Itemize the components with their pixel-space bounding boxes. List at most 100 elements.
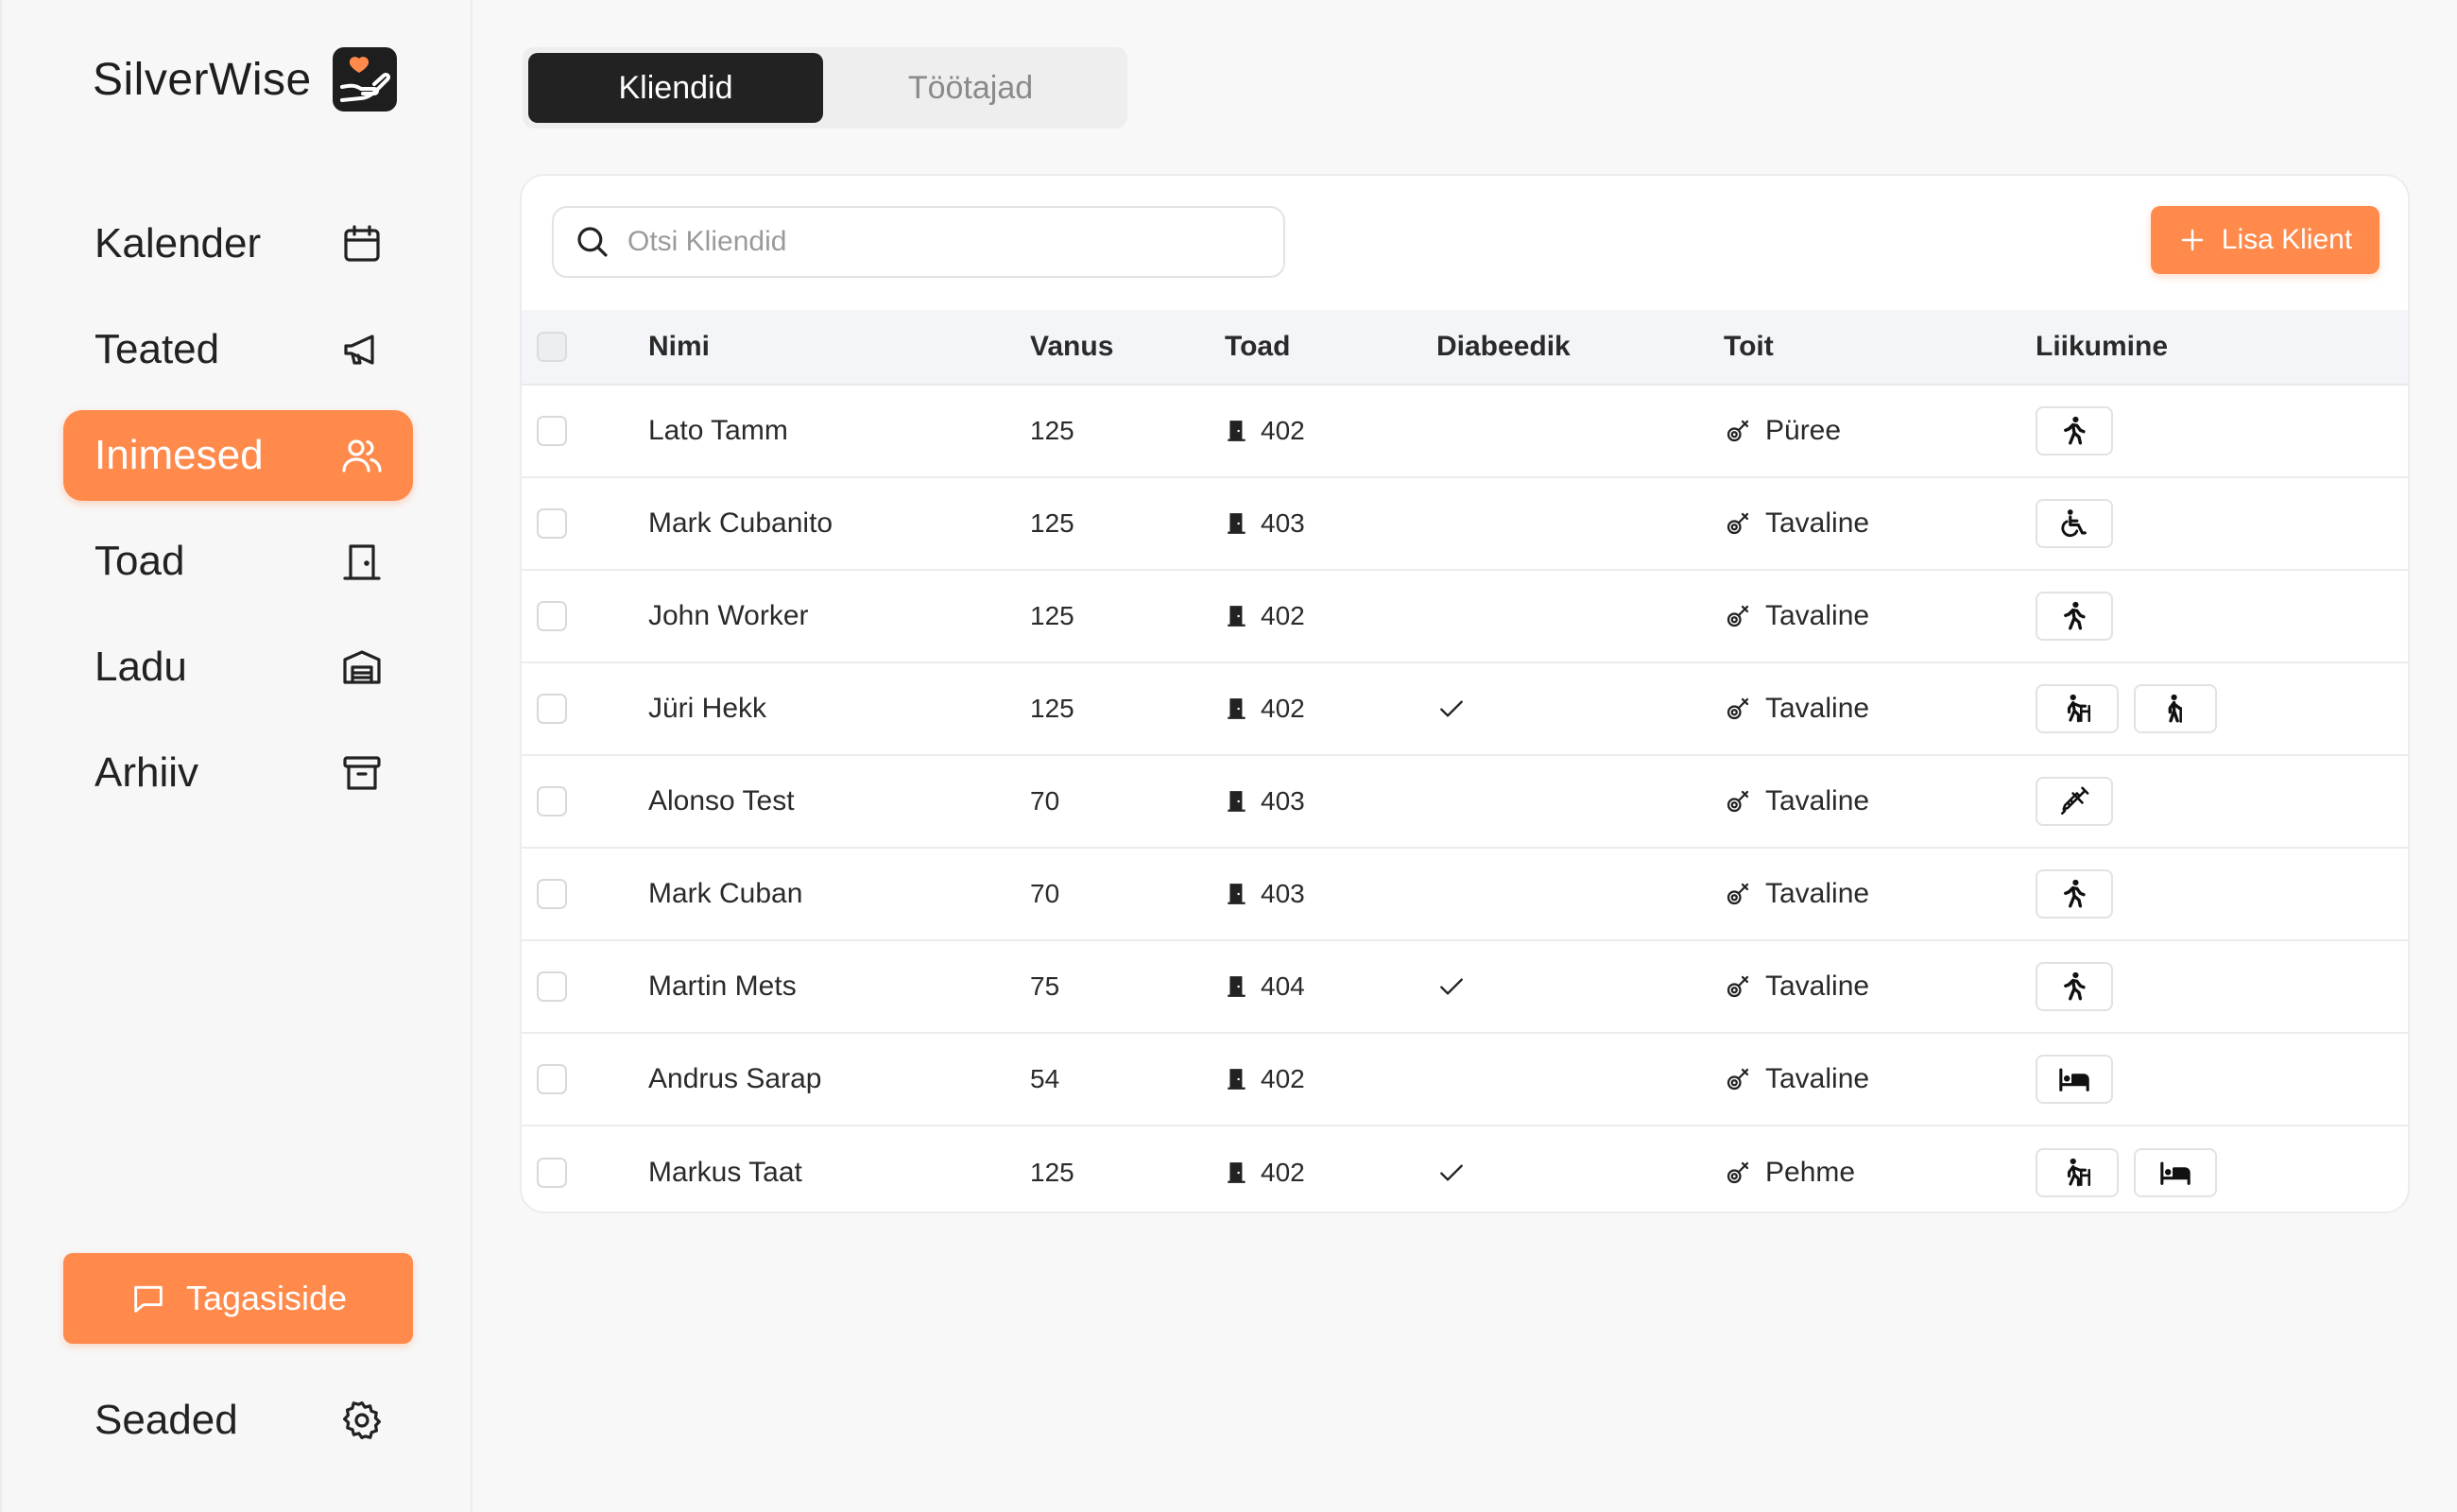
column-header-age[interactable]: Vanus bbox=[1030, 310, 1113, 384]
feedback-button[interactable]: Tagasiside bbox=[63, 1253, 413, 1344]
food-icon bbox=[1724, 972, 1752, 1001]
food-icon bbox=[1724, 602, 1752, 630]
client-mobility bbox=[2036, 571, 2113, 662]
client-food: Püree bbox=[1724, 386, 1841, 476]
nav-item-seaded[interactable]: Seaded bbox=[63, 1375, 413, 1466]
mobility-button[interactable] bbox=[2036, 777, 2113, 826]
food-label: Tavaline bbox=[1765, 507, 1870, 539]
nav-item-inimesed[interactable]: Inimesed bbox=[63, 410, 413, 501]
mobility-button[interactable] bbox=[2134, 684, 2217, 733]
food-label: Tavaline bbox=[1765, 600, 1870, 631]
table-row[interactable]: Mark Cubanito 125 403 Tavaline bbox=[522, 478, 2408, 571]
food-label: Tavaline bbox=[1765, 785, 1870, 816]
food-icon bbox=[1724, 880, 1752, 908]
client-mobility bbox=[2036, 663, 2217, 754]
mobility-button[interactable] bbox=[2036, 592, 2113, 641]
sidebar: SilverWise Kalender Teated Inimesed Toad… bbox=[0, 0, 472, 1512]
nav-item-toad[interactable]: Toad bbox=[63, 516, 413, 607]
door-small-icon bbox=[1225, 1160, 1249, 1185]
nav-item-label: Arhiiv bbox=[94, 749, 199, 796]
door-small-icon bbox=[1225, 974, 1249, 999]
client-name: Lato Tamm bbox=[648, 415, 788, 446]
food-icon bbox=[1724, 695, 1752, 723]
room-number: 403 bbox=[1261, 508, 1305, 538]
row-checkbox-cell bbox=[537, 663, 567, 754]
mobility-button[interactable] bbox=[2036, 869, 2113, 919]
row-checkbox[interactable] bbox=[537, 879, 567, 909]
door-small-icon bbox=[1225, 882, 1249, 906]
client-room: 403 bbox=[1225, 849, 1305, 939]
food-icon bbox=[1724, 787, 1752, 816]
mobility-button[interactable] bbox=[2134, 1148, 2217, 1197]
column-header-mobility[interactable]: Liikumine bbox=[2036, 310, 2168, 384]
select-all-checkbox[interactable] bbox=[537, 332, 567, 362]
table-row[interactable]: Mark Cuban 70 403 Tavaline bbox=[522, 849, 2408, 941]
client-name: Martin Mets bbox=[648, 971, 797, 1002]
client-age: 125 bbox=[1030, 694, 1074, 723]
column-header-food[interactable]: Toit bbox=[1724, 310, 1774, 384]
door-small-icon bbox=[1225, 419, 1249, 443]
table-row[interactable]: Andrus Sarap 54 402 Tavaline bbox=[522, 1034, 2408, 1126]
mobility-button[interactable] bbox=[2036, 1148, 2119, 1197]
mobility-button[interactable] bbox=[2036, 499, 2113, 548]
nav-item-arhiiv[interactable]: Arhiiv bbox=[63, 728, 413, 818]
nav-item-teated[interactable]: Teated bbox=[63, 304, 413, 395]
tab-kliendid[interactable]: Kliendid bbox=[528, 53, 823, 123]
mobility-button[interactable] bbox=[2036, 962, 2113, 1011]
nav-item-kalender[interactable]: Kalender bbox=[63, 198, 413, 289]
table-row[interactable]: Alonso Test 70 403 Tavaline bbox=[522, 756, 2408, 849]
door-small-icon bbox=[1225, 604, 1249, 628]
table-row[interactable]: Jüri Hekk 125 402 Tavaline bbox=[522, 663, 2408, 756]
calendar-icon bbox=[339, 221, 385, 266]
client-age: 70 bbox=[1030, 879, 1060, 908]
row-checkbox-cell bbox=[537, 1126, 567, 1211]
check-icon bbox=[1436, 1158, 1467, 1188]
gear-icon bbox=[339, 1398, 385, 1443]
row-checkbox[interactable] bbox=[537, 694, 567, 724]
table-row[interactable]: John Worker 125 402 Tavaline bbox=[522, 571, 2408, 663]
client-room: 404 bbox=[1225, 941, 1305, 1032]
table-row[interactable]: Markus Taat 125 402 Pehme bbox=[522, 1126, 2408, 1211]
mobility-button[interactable] bbox=[2036, 684, 2119, 733]
client-mobility bbox=[2036, 386, 2113, 476]
client-mobility bbox=[2036, 849, 2113, 939]
walker-icon bbox=[2061, 693, 2093, 725]
client-age: 70 bbox=[1030, 786, 1060, 816]
row-checkbox[interactable] bbox=[537, 1158, 567, 1188]
search-box[interactable] bbox=[552, 206, 1285, 278]
column-header-name[interactable]: Nimi bbox=[648, 310, 710, 384]
nav-item-ladu[interactable]: Ladu bbox=[63, 622, 413, 713]
row-checkbox[interactable] bbox=[537, 971, 567, 1002]
clients-table-body: Lato Tamm 125 402 Püree Mark Cubanito 125 403 T… bbox=[522, 386, 2408, 1211]
row-checkbox[interactable] bbox=[537, 786, 567, 816]
search-icon bbox=[573, 222, 612, 262]
row-checkbox[interactable] bbox=[537, 508, 567, 539]
client-mobility bbox=[2036, 941, 2113, 1032]
table-row[interactable]: Martin Mets 75 404 Tavaline bbox=[522, 941, 2408, 1034]
brand-logo-icon bbox=[331, 45, 399, 113]
archive-icon bbox=[339, 750, 385, 796]
client-age: 75 bbox=[1030, 971, 1060, 1001]
room-number: 402 bbox=[1261, 1158, 1305, 1187]
client-name: Mark Cuban bbox=[648, 878, 803, 909]
door-small-icon bbox=[1225, 789, 1249, 814]
bed-icon bbox=[2058, 1063, 2090, 1095]
row-checkbox-cell bbox=[537, 941, 567, 1032]
room-number: 403 bbox=[1261, 879, 1305, 908]
row-checkbox-cell bbox=[537, 1034, 567, 1125]
mobility-button[interactable] bbox=[2036, 406, 2113, 455]
nav-item-label: Kalender bbox=[94, 220, 262, 266]
client-diabetic bbox=[1436, 663, 1467, 754]
tab-tootajad[interactable]: Töötajad bbox=[823, 53, 1118, 123]
row-checkbox[interactable] bbox=[537, 416, 567, 446]
row-checkbox[interactable] bbox=[537, 1064, 567, 1094]
column-header-room[interactable]: Toad bbox=[1225, 310, 1290, 384]
row-checkbox[interactable] bbox=[537, 601, 567, 631]
add-client-button[interactable]: Lisa Klient bbox=[2151, 206, 2380, 274]
brand[interactable]: SilverWise bbox=[93, 42, 399, 117]
search-input[interactable] bbox=[627, 226, 1251, 258]
table-row[interactable]: Lato Tamm 125 402 Püree bbox=[522, 386, 2408, 478]
mobility-button[interactable] bbox=[2036, 1055, 2113, 1104]
client-room: 403 bbox=[1225, 478, 1305, 569]
column-header-diabetic[interactable]: Diabeedik bbox=[1436, 310, 1571, 384]
